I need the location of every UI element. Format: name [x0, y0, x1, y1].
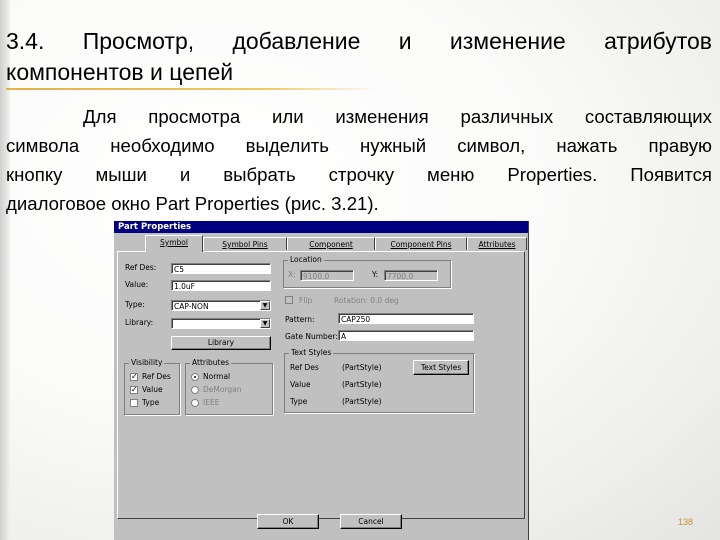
paragraph-line-4: диалоговое окно Part Properties (рис. 3.…: [6, 193, 379, 214]
paragraph-word: кнопку: [6, 164, 63, 185]
paragraph-word: правую: [648, 135, 712, 156]
flip-label: Flip: [299, 296, 313, 305]
paragraph-word: нажать: [556, 135, 618, 156]
flip-checkbox[interactable]: [285, 296, 293, 304]
visibility-group-title: Visibility: [129, 358, 165, 367]
paragraph-word: или: [271, 106, 304, 127]
type-label: Type:: [125, 300, 145, 309]
heading-word: Просмотр,: [82, 28, 195, 54]
pattern-field[interactable]: CAP250: [338, 313, 474, 324]
ref-des-label: Ref Des:: [125, 263, 157, 272]
location-group: Location X: 9100.0 Y: 7700.0: [283, 255, 451, 288]
vis-value-label: Value: [142, 385, 163, 394]
tab-attributes[interactable]: Attributes: [467, 237, 527, 250]
slide-heading: 3.4. Просмотр, добавление и изменение ат…: [6, 26, 712, 88]
paragraph-word: мыши: [95, 164, 147, 185]
heading-word: атрибутов: [604, 28, 712, 54]
vis-value-checkbox[interactable]: ✓: [130, 386, 138, 394]
part-properties-dialog: Part Properties Symbol Symbol Pins Compo…: [114, 221, 529, 540]
attr-normal-label: Normal: [203, 372, 231, 381]
value-label: Value:: [125, 280, 149, 289]
paragraph-line-2: символа необходимо выделить нужный симво…: [6, 131, 712, 160]
attr-ieee-label: IEEE: [203, 398, 220, 407]
paragraph-word: составляющих: [584, 106, 712, 127]
heading-line-2: компонентов и цепей: [6, 59, 234, 85]
cancel-button[interactable]: Cancel: [340, 514, 402, 529]
paragraph-word: необходимо: [110, 135, 215, 156]
paragraph-word: выбрать: [223, 164, 296, 185]
text-styles-group: Text Styles Ref Des (PartStyle) Value (P…: [284, 348, 474, 413]
vis-type-checkbox[interactable]: [130, 399, 138, 407]
paragraph-word: Для: [83, 106, 117, 127]
chevron-down-icon[interactable]: ▼: [260, 319, 270, 328]
paragraph-word: различных: [460, 106, 554, 127]
ts-refdes-label: Ref Des: [290, 363, 319, 372]
attr-ieee-radio[interactable]: [191, 399, 199, 407]
attr-demorgan-radio[interactable]: [191, 386, 199, 394]
paragraph-word: просмотра: [148, 106, 241, 127]
attributes-group-title: Attributes: [190, 358, 232, 367]
paragraph-word: нужный: [359, 135, 427, 156]
heading-word: 3.4.: [6, 28, 45, 54]
gate-number-field[interactable]: A: [338, 330, 474, 341]
heading-word: изменение: [449, 28, 566, 54]
ts-value-value: (PartStyle): [342, 380, 382, 389]
attributes-group: Attributes Normal DeMorgan IEEE: [185, 358, 273, 415]
heading-word: добавление: [232, 28, 361, 54]
tab-symbol[interactable]: Symbol: [145, 235, 203, 252]
tab-symbol-pins[interactable]: Symbol Pins: [203, 237, 287, 250]
rotation-label: Rotation: 0.0 deg: [334, 296, 399, 305]
paragraph-word: Properties.: [507, 164, 598, 185]
text-styles-button[interactable]: Text Styles: [413, 360, 469, 375]
paragraph-word: символ,: [457, 135, 526, 156]
type-select-value: CAP-NON: [174, 302, 209, 311]
tab-component[interactable]: Component: [287, 237, 375, 250]
vis-refdes-checkbox[interactable]: ✓: [130, 373, 138, 381]
visibility-group: Visibility ✓ Ref Des ✓ Value Type: [124, 358, 180, 415]
vis-type-label: Type: [142, 398, 160, 407]
y-label: Y:: [372, 270, 379, 279]
vis-refdes-label: Ref Des: [142, 372, 171, 381]
attr-normal-radio[interactable]: [191, 373, 199, 381]
tab-component-pins[interactable]: Component Pins: [375, 237, 467, 250]
library-select[interactable]: ▼: [171, 318, 271, 329]
chevron-down-icon[interactable]: ▼: [260, 301, 270, 310]
dialog-title-bar: Part Properties: [114, 221, 528, 233]
dialog-tabs: Symbol Symbol Pins Component Component P…: [117, 235, 527, 252]
ref-des-field[interactable]: C5: [171, 263, 271, 274]
ok-button[interactable]: OK: [257, 514, 319, 529]
paragraph-word: выделить: [245, 135, 329, 156]
paragraph-word: Появится: [630, 164, 712, 185]
page-number: 138: [678, 517, 694, 527]
heading-underline: [6, 88, 378, 90]
symbol-tab-panel: Ref Des: C5 Value: 1.0uF Type: CAP-NON ▼…: [117, 251, 525, 519]
attr-demorgan-label: DeMorgan: [203, 385, 242, 394]
ts-refdes-value: (PartStyle): [342, 363, 382, 372]
paragraph-word: меню: [427, 164, 475, 185]
x-field: 9100.0: [300, 270, 354, 281]
body-paragraph: Для просмотра или изменения различных со…: [6, 102, 712, 218]
paragraph-word: строчку: [328, 164, 395, 185]
library-label: Library:: [125, 318, 154, 327]
location-group-title: Location: [288, 255, 324, 264]
type-select[interactable]: CAP-NON ▼: [171, 300, 271, 311]
paragraph-line-1: Для просмотра или изменения различных со…: [6, 102, 712, 131]
gate-number-label: Gate Number:: [285, 332, 338, 341]
paragraph-word: изменения: [335, 106, 429, 127]
heading-line-1: 3.4. Просмотр, добавление и изменение ат…: [6, 26, 712, 57]
ts-type-label: Type: [290, 397, 308, 406]
pattern-label: Pattern:: [285, 315, 315, 324]
heading-word: и: [398, 28, 412, 54]
ts-type-value: (PartStyle): [342, 397, 382, 406]
x-label: X:: [288, 270, 296, 279]
paragraph-word: символа: [6, 135, 80, 156]
value-field[interactable]: 1.0uF: [171, 280, 271, 291]
ts-value-label: Value: [290, 380, 311, 389]
text-styles-group-title: Text Styles: [289, 348, 334, 357]
y-field: 7700.0: [384, 270, 438, 281]
paragraph-line-3: кнопку мыши и выбрать строчку меню Prope…: [6, 160, 712, 189]
paragraph-word: и: [179, 164, 191, 185]
library-button[interactable]: Library: [171, 336, 271, 350]
